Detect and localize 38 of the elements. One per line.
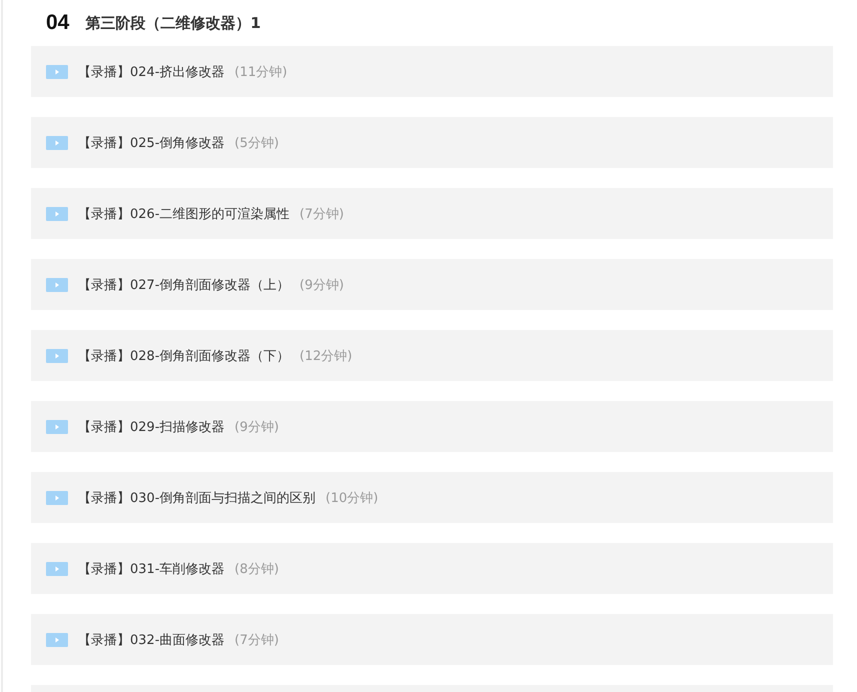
lesson-row[interactable]: 【录播】032-曲面修改器 (7分钟) [31,614,833,665]
lesson-duration: (7分钟) [300,206,344,222]
lesson-duration: (10分钟) [326,490,378,506]
play-icon [46,206,68,220]
lesson-duration: (9分钟) [300,276,344,294]
lesson-row[interactable]: 【录播】024-挤出修改器 (11分钟) [31,46,833,97]
lesson-title: 【录播】028-倒角剖面修改器（下） [78,348,290,364]
lesson-title: 【录播】031-车削修改器 [78,560,225,578]
section-number: 04 [46,11,70,35]
lesson-title: 【录播】024-挤出修改器 [78,64,225,80]
lesson-duration: (12分钟) [300,348,352,364]
lesson-row[interactable]: 【录播】029-扫描修改器 (9分钟) [31,401,833,452]
lesson-title: 【录播】030-倒角剖面与扫描之间的区别 [78,490,316,506]
lesson-duration: (8分钟) [234,560,279,578]
lesson-duration: (5分钟) [234,134,279,152]
lesson-title: 【录播】032-曲面修改器 [78,632,225,648]
lesson-duration: (11分钟) [234,64,288,80]
play-icon [46,136,68,150]
lesson-row[interactable]: 【录播】026-二维图形的可渲染属性 (7分钟) [31,188,833,239]
play-icon [46,420,68,434]
lesson-title: 【录播】027-倒角剖面修改器（上） [78,276,290,294]
play-icon [46,632,68,646]
section-title: 第三阶段（二维修改器）1 [85,14,261,32]
play-icon [46,348,68,362]
lesson-row[interactable]: 【录播】027-倒角剖面修改器（上） (9分钟) [31,259,833,310]
play-icon [46,278,68,292]
lesson-title: 【录播】029-扫描修改器 [78,418,225,436]
lesson-row[interactable]: 【录播】031-车削修改器 (8分钟) [31,543,833,594]
play-icon [46,490,68,504]
lesson-duration: (7分钟) [234,632,279,648]
lesson-duration: (9分钟) [234,418,279,436]
play-icon [46,562,68,576]
lesson-row[interactable]: 【录播】025-倒角修改器 (5分钟) [31,117,833,168]
lesson-title: 【录播】026-二维图形的可渲染属性 [78,206,290,222]
play-icon [46,64,68,78]
lesson-row[interactable]: 【录播】028-倒角剖面修改器（下） (12分钟) [31,330,833,381]
lesson-title: 【录播】025-倒角修改器 [78,134,225,152]
lesson-row[interactable]: 【录播】030-倒角剖面与扫描之间的区别 (10分钟) [31,472,833,523]
